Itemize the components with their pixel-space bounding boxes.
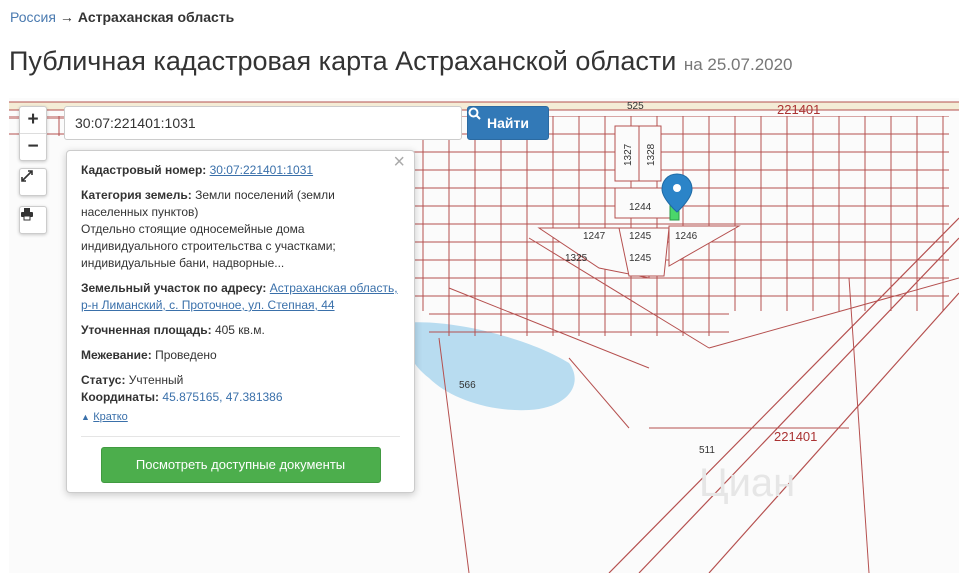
- cad-number-label: Кадастровый номер:: [81, 163, 207, 177]
- collapse-toggle[interactable]: ▲ Кратко: [81, 408, 400, 426]
- category-row: Категория земель: Земли поселений (земли…: [81, 187, 400, 272]
- search-button[interactable]: Найти: [467, 106, 549, 140]
- parcel-label-1245b: 1245: [629, 253, 652, 264]
- expand-icon: [21, 170, 33, 182]
- cad-number-link[interactable]: 30:07:221401:1031: [210, 163, 313, 177]
- parcel-label-1246: 1246: [675, 231, 698, 242]
- parcel-label-1328: 1328: [646, 143, 657, 166]
- caret-up-icon: ▲: [81, 412, 90, 422]
- zoom-in-button[interactable]: +: [20, 107, 46, 133]
- breadcrumb-separator: →: [59, 9, 74, 25]
- parcel-label-566: 566: [459, 380, 476, 391]
- area-value: 405 кв.м.: [214, 323, 265, 337]
- status-value: Учтенный: [128, 373, 184, 387]
- parcel-label-1244: 1244: [629, 202, 652, 213]
- status-label: Статус:: [81, 373, 126, 387]
- watermark: Циан: [699, 461, 795, 505]
- quarter-label-top: 221401: [777, 102, 820, 117]
- zoom-control: + −: [19, 106, 47, 161]
- parcel-label-511: 511: [699, 445, 715, 456]
- coords-row: Координаты: 45.875165, 47.381386: [81, 389, 400, 406]
- popup-divider: [81, 436, 400, 437]
- parcel-label-1325: 1325: [565, 253, 588, 264]
- usage-text: Отдельно стоящие односемейные дома индив…: [81, 222, 336, 270]
- breadcrumb: Россия → Астраханская область: [10, 9, 234, 25]
- cadastral-map[interactable]: 525 221401 1327 1328 1244 1247 1245 1246…: [9, 98, 959, 573]
- parcel-label-1245a: 1245: [629, 231, 652, 242]
- area-row: Уточненная площадь: 405 кв.м.: [81, 322, 400, 339]
- survey-label: Межевание:: [81, 348, 152, 362]
- survey-value: Проведено: [155, 348, 217, 362]
- breadcrumb-link-russia[interactable]: Россия: [10, 9, 56, 25]
- address-label: Земельный участок по адресу:: [81, 281, 267, 295]
- view-documents-button[interactable]: Посмотреть доступные документы: [100, 447, 381, 483]
- cad-number-row: Кадастровый номер: 30:07:221401:1031: [81, 162, 400, 179]
- page-title-text: Публичная кадастровая карта Астраханской…: [9, 46, 677, 76]
- road-label: 525: [627, 101, 644, 112]
- page-title: Публичная кадастровая карта Астраханской…: [9, 46, 793, 77]
- breadcrumb-current: Астраханская область: [77, 9, 235, 25]
- coords-label: Координаты:: [81, 390, 160, 404]
- coords-value: 45.875165, 47.381386: [162, 390, 283, 404]
- status-row: Статус: Учтенный: [81, 372, 400, 389]
- quarter-label-bottom: 221401: [774, 429, 817, 444]
- print-button[interactable]: [19, 206, 47, 234]
- cadastral-search-input[interactable]: [64, 106, 462, 140]
- printer-icon: [21, 208, 33, 221]
- search-icon: [468, 107, 481, 120]
- category-label: Категория земель:: [81, 188, 192, 202]
- fullscreen-button[interactable]: [19, 168, 47, 196]
- close-icon[interactable]: ×: [393, 152, 405, 172]
- collapse-link[interactable]: Кратко: [93, 411, 128, 423]
- address-row: Земельный участок по адресу: Астраханска…: [81, 280, 400, 314]
- survey-row: Межевание: Проведено: [81, 347, 400, 364]
- parcel-label-1327: 1327: [623, 143, 634, 166]
- parcel-label-1247: 1247: [583, 231, 606, 242]
- search-button-label: Найти: [487, 115, 529, 131]
- parcel-info-popup: × Кадастровый номер: 30:07:221401:1031 К…: [66, 150, 415, 493]
- zoom-out-button[interactable]: −: [20, 133, 46, 160]
- area-label: Уточненная площадь:: [81, 323, 212, 337]
- page-date: на 25.07.2020: [683, 55, 793, 74]
